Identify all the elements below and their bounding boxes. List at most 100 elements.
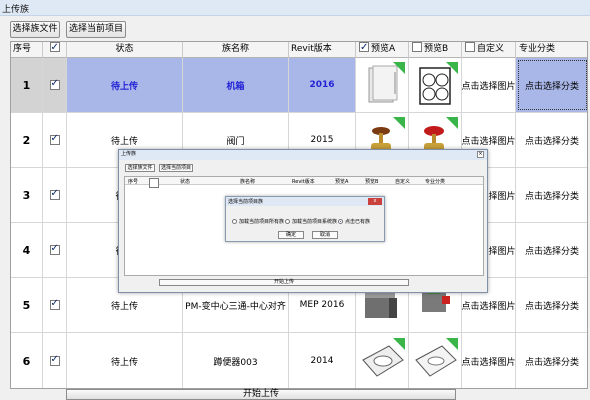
table-row[interactable]: 1 待上传 机箱 2016 点击选择图片 点击选择分类 xyxy=(11,58,587,113)
row-category[interactable]: 点击选择分类 xyxy=(516,223,587,277)
close-icon[interactable]: x xyxy=(368,198,382,205)
header-revit-version: Revit版本 xyxy=(289,42,356,58)
window-titlebar: 上传族 xyxy=(0,0,590,16)
close-icon[interactable]: × xyxy=(477,151,484,158)
row-checkbox-cell[interactable] xyxy=(43,278,67,332)
check-badge-icon xyxy=(393,62,405,74)
row-preview-a[interactable] xyxy=(356,333,409,388)
row-checkbox[interactable] xyxy=(49,133,60,145)
header-preview-b-label: 预览B xyxy=(424,44,449,54)
select-project-families-dialog: 选择当前项目族 x 加载当前项目所有族 加载当前项目系统族 点击已有族 确定 取… xyxy=(225,196,385,242)
nested-header-preview-a: 预览A xyxy=(335,179,349,185)
row-checkbox[interactable] xyxy=(49,188,60,200)
select-current-project-button[interactable]: 选择当前项目 xyxy=(66,21,126,38)
cabinet-thumbnail-icon xyxy=(359,62,405,108)
row-status: 待上传 xyxy=(67,333,183,388)
nested-select-file-button[interactable]: 选择族文件 xyxy=(125,164,155,172)
row-custom[interactable]: 点击选择图片 xyxy=(462,58,516,112)
header-index: 序号 xyxy=(11,42,43,58)
nested-dialog-title: 上传族 xyxy=(121,151,137,157)
start-upload-button[interactable]: 开始上传 xyxy=(66,389,456,400)
nested-header-family-name: 族名称 xyxy=(240,179,256,185)
row-family-name: 蹲便器003 xyxy=(183,333,289,388)
row-category[interactable]: 点击选择分类 xyxy=(516,278,587,332)
row-category[interactable]: 点击选择分类 xyxy=(516,168,587,222)
row-preview-a[interactable] xyxy=(356,58,409,112)
header-custom-label: 自定义 xyxy=(477,44,505,54)
preview-a-checkbox[interactable] xyxy=(359,42,369,55)
radio-load-all-families[interactable]: 加载当前项目所有族 xyxy=(232,218,284,225)
row-checkbox[interactable] xyxy=(49,78,60,90)
row-checkbox-cell[interactable] xyxy=(43,113,67,167)
row-revit-version: 2014 xyxy=(289,333,356,388)
check-badge-icon xyxy=(393,338,405,350)
row-checkbox[interactable] xyxy=(49,298,60,310)
radio-selected-icon xyxy=(338,219,343,224)
nested-header-preview-b: 预览B xyxy=(365,179,379,185)
table-header: 序号 状态 族名称 Revit版本 预览A 预览B 自定义 专业分类 xyxy=(11,42,587,58)
row-checkbox[interactable] xyxy=(49,243,60,255)
nested-header-revit-version: Revit版本 xyxy=(292,179,315,185)
nested-start-upload-button[interactable]: 开始上传 xyxy=(159,279,409,286)
row-status: 待上传 xyxy=(67,58,183,112)
row-revit-version: 2016 xyxy=(289,58,356,112)
radio-load-system-families[interactable]: 加载当前项目系统族 xyxy=(285,218,337,225)
row-checkbox[interactable] xyxy=(49,354,60,366)
check-badge-icon xyxy=(446,62,458,74)
inner-dialog-title: 选择当前项目族 xyxy=(228,199,264,205)
row-category[interactable]: 点击选择分类 xyxy=(516,333,587,388)
cabinet-front-thumbnail-icon xyxy=(412,62,458,108)
select-all-checkbox[interactable] xyxy=(49,42,60,55)
row-checkbox-cell[interactable] xyxy=(43,333,67,388)
row-custom[interactable]: 点击选择图片 xyxy=(462,333,516,388)
nested-select-all-checkbox[interactable] xyxy=(149,178,159,188)
header-select-all[interactable] xyxy=(43,42,67,58)
row-checkbox-cell[interactable] xyxy=(43,58,67,112)
select-family-file-button[interactable]: 选择族文件 xyxy=(10,21,60,38)
nested-header-category: 专业分类 xyxy=(425,179,446,185)
radio-icon xyxy=(285,219,290,224)
header-preview-a[interactable]: 预览A xyxy=(356,42,409,58)
header-family-name: 族名称 xyxy=(183,42,289,58)
row-index: 4 xyxy=(11,223,43,277)
row-preview-b[interactable] xyxy=(409,58,462,112)
header-preview-a-label: 预览A xyxy=(371,44,396,54)
radio-label: 加载当前项目系统族 xyxy=(292,219,338,225)
row-index: 6 xyxy=(11,333,43,388)
nested-header-custom: 自定义 xyxy=(395,179,411,185)
header-preview-b[interactable]: 预览B xyxy=(409,42,462,58)
custom-checkbox[interactable] xyxy=(465,42,475,52)
check-badge-icon xyxy=(446,338,458,350)
radio-click-existing-families[interactable]: 点击已有族 xyxy=(338,218,370,225)
row-preview-b[interactable] xyxy=(409,333,462,388)
check-badge-icon xyxy=(393,117,405,129)
radio-label: 加载当前项目所有族 xyxy=(239,219,285,225)
header-custom[interactable]: 自定义 xyxy=(462,42,516,58)
squat-toilet-thumbnail-icon xyxy=(359,338,405,384)
radio-label: 点击已有族 xyxy=(345,219,371,225)
row-category[interactable]: 点击选择分类 xyxy=(516,58,587,112)
row-checkbox-cell[interactable] xyxy=(43,168,67,222)
header-category: 专业分类 xyxy=(516,42,587,58)
nested-header-status: 状态 xyxy=(180,179,191,185)
check-badge-icon xyxy=(446,117,458,129)
row-index: 1 xyxy=(11,58,43,112)
radio-icon xyxy=(232,219,237,224)
table-row[interactable]: 6 待上传 蹲便器003 2014 点击选择图片 点击选择分类 xyxy=(11,333,587,388)
squat-toilet-view-thumbnail-icon xyxy=(412,338,458,384)
nested-table-header: 序号 状态 族名称 Revit版本 预览A 预览B 自定义 专业分类 xyxy=(125,177,483,188)
row-category[interactable]: 点击选择分类 xyxy=(516,113,587,167)
nested-select-project-button[interactable]: 选择当前项目 xyxy=(159,164,193,172)
ok-button[interactable]: 确定 xyxy=(278,231,304,239)
row-family-name: 机箱 xyxy=(183,58,289,112)
cancel-button[interactable]: 取消 xyxy=(312,231,338,239)
row-index: 3 xyxy=(11,168,43,222)
row-index: 2 xyxy=(11,113,43,167)
row-index: 5 xyxy=(11,278,43,332)
window-title: 上传族 xyxy=(2,5,30,15)
row-checkbox-cell[interactable] xyxy=(43,223,67,277)
inner-dialog-titlebar: 选择当前项目族 x xyxy=(226,197,384,206)
nested-dialog-titlebar: 上传族 × xyxy=(119,150,487,160)
nested-header-index: 序号 xyxy=(128,179,139,185)
preview-b-checkbox[interactable] xyxy=(412,42,422,52)
